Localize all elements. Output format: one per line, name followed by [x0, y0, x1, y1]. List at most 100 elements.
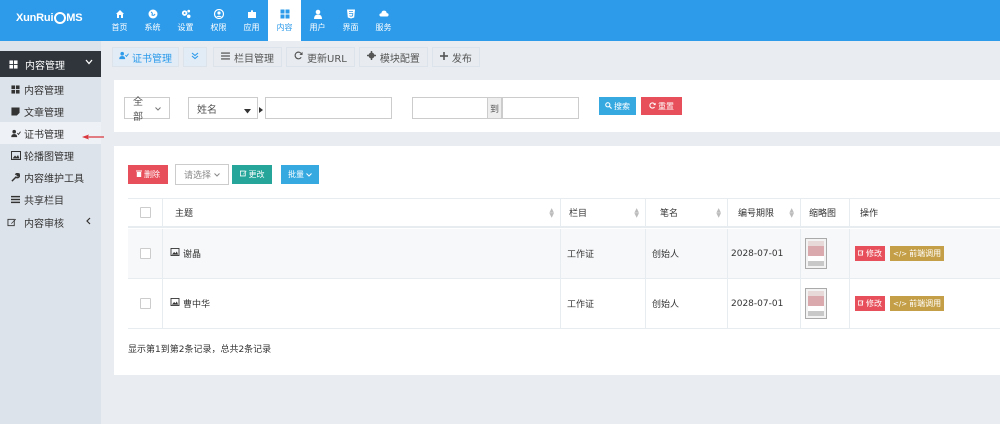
- column-label: 缩略图: [809, 209, 837, 219]
- image-icon: [170, 298, 180, 309]
- start-range-input[interactable]: [412, 97, 488, 119]
- nav-label: 系统: [144, 22, 161, 32]
- keyword-input[interactable]: [265, 97, 392, 119]
- grid-icon: [280, 9, 290, 19]
- nav-label: 应用: [243, 22, 260, 32]
- sticky-note-icon: [11, 106, 20, 116]
- nav-interface[interactable]: 界面: [334, 0, 367, 41]
- sidebar-item-content[interactable]: 内容管理: [0, 78, 101, 100]
- nav-service[interactable]: 服务: [367, 0, 400, 41]
- title-cell: 谢晶: [163, 229, 561, 278]
- cell-text: 2028-07-01: [731, 248, 784, 259]
- nav-permission[interactable]: 权限: [202, 0, 235, 41]
- edit-icon: [239, 170, 247, 179]
- module-config-button[interactable]: 模块配置: [358, 47, 428, 67]
- batch-dropdown-button[interactable]: 批量: [281, 165, 319, 184]
- header-column-col[interactable]: 栏目 ▲ ▼: [561, 199, 646, 226]
- button-label: 搜索: [614, 101, 630, 111]
- nav-content[interactable]: 内容: [268, 0, 301, 41]
- pagination-info: 显示第1到第2条记录，总共2条记录: [128, 345, 272, 355]
- user-icon: [313, 9, 323, 19]
- table-row[interactable]: 谢晶 工作证 创始人 2028-07-01 修改 </> 前端调用: [128, 229, 1000, 279]
- sidebar-item-label: 轮播图管理: [24, 151, 74, 163]
- button-label: 批量: [288, 170, 304, 179]
- cogs-icon: [181, 9, 191, 19]
- tab-label: 证书管理: [132, 53, 172, 65]
- sidebar-item-carousel[interactable]: 轮播图管理: [0, 144, 101, 166]
- row-title-link[interactable]: 曹中华: [183, 297, 210, 310]
- nav-apps[interactable]: 应用: [235, 0, 268, 41]
- sidebar-item-articles[interactable]: 文章管理: [0, 100, 101, 122]
- list-icon: [11, 195, 20, 204]
- row-checkbox[interactable]: [139, 298, 151, 309]
- logo[interactable]: XunRui MS: [16, 12, 83, 24]
- search-button[interactable]: 搜索: [599, 97, 636, 115]
- column-label: 主题: [175, 209, 194, 219]
- red-arrow-annotation: [82, 134, 104, 140]
- select-all-checkbox[interactable]: [139, 207, 151, 218]
- nav-label: 权限: [210, 22, 227, 32]
- frontend-call-button[interactable]: </> 前端调用: [890, 246, 945, 261]
- header-select-cell: [128, 199, 163, 226]
- delete-button[interactable]: 删除: [128, 165, 168, 184]
- grid-icon: [9, 59, 18, 69]
- date-cell: 2028-07-01: [728, 229, 801, 278]
- sidebar-item-certificates[interactable]: 证书管理: [0, 122, 101, 144]
- date-cell: 2028-07-01: [728, 279, 801, 328]
- nav-system[interactable]: 系统: [136, 0, 169, 41]
- home-icon: [115, 9, 125, 19]
- more-dropdown-button[interactable]: [183, 47, 207, 67]
- button-label: 模块配置: [379, 53, 420, 65]
- user-check-icon: [119, 51, 129, 63]
- sidebar-item-label: 文章管理: [24, 107, 64, 119]
- row-checkbox[interactable]: [139, 248, 151, 259]
- sidebar-item-maintenance[interactable]: 内容维护工具: [0, 166, 101, 188]
- button-label: 删除: [144, 170, 160, 179]
- scope-select[interactable]: 全部: [124, 97, 170, 123]
- plus-icon: [439, 51, 448, 63]
- column-manage-button[interactable]: 栏目管理: [213, 47, 282, 67]
- change-button[interactable]: 更改: [232, 165, 272, 184]
- publish-button[interactable]: 发布: [431, 47, 480, 67]
- edit-button[interactable]: 修改: [855, 246, 885, 261]
- sidebar-section-review[interactable]: 内容审核: [0, 211, 101, 233]
- update-url-button[interactable]: 更新URL: [286, 47, 355, 67]
- thumb-cell: [801, 229, 850, 278]
- edit-icon: [857, 299, 864, 308]
- thumbnail-image[interactable]: [805, 288, 827, 319]
- content-toolbar: 证书管理 栏目管理 更新URL 模块配置 发布: [112, 47, 484, 71]
- tab-certificates[interactable]: 证书管理: [112, 47, 179, 67]
- batch-column-select[interactable]: 请选择: [175, 164, 229, 185]
- cell-text: 创始人: [652, 300, 680, 310]
- globe-icon: [148, 9, 158, 19]
- nav-users[interactable]: 用户: [301, 0, 334, 41]
- nav-label: 内容: [276, 22, 293, 32]
- row-select-cell: [128, 229, 163, 278]
- sidebar-item-shared-columns[interactable]: 共享栏目: [0, 188, 101, 210]
- header-title-col[interactable]: 主题 ▲ ▼: [163, 199, 561, 226]
- sidebar-header[interactable]: 内容管理: [0, 51, 101, 77]
- table-row[interactable]: 曹中华 工作证 创始人 2028-07-01 修改 </> 前端调用: [128, 279, 1000, 329]
- image-icon: [11, 150, 21, 160]
- edit-button[interactable]: 修改: [855, 296, 885, 311]
- sort-icon: ▲ ▼: [716, 206, 721, 219]
- frontend-call-button[interactable]: </> 前端调用: [890, 296, 945, 311]
- sidebar-item-label: 内容维护工具: [24, 173, 84, 185]
- chevron-left-icon: [86, 217, 91, 228]
- nav-home[interactable]: 首页: [103, 0, 136, 41]
- nav-settings[interactable]: 设置: [169, 0, 202, 41]
- edit-icon: [7, 218, 17, 227]
- sidebar-item-label: 内容管理: [24, 85, 64, 97]
- header-thumb-col: 缩略图: [801, 199, 850, 226]
- thumbnail-image[interactable]: [805, 238, 827, 269]
- row-select-cell: [128, 279, 163, 328]
- end-range-input[interactable]: [502, 97, 579, 119]
- logo-text-prefix: XunRui: [16, 12, 54, 24]
- row-title-link[interactable]: 谢晶: [183, 247, 201, 260]
- reset-button[interactable]: 重置: [641, 97, 682, 115]
- field-select[interactable]: 姓名: [188, 97, 258, 119]
- chevron-down-icon: [155, 103, 161, 114]
- column-cell: 工作证: [561, 279, 646, 328]
- header-author-col[interactable]: 笔名 ▲ ▼: [646, 199, 728, 226]
- header-date-col[interactable]: 编号期限 ▲ ▼: [728, 199, 801, 226]
